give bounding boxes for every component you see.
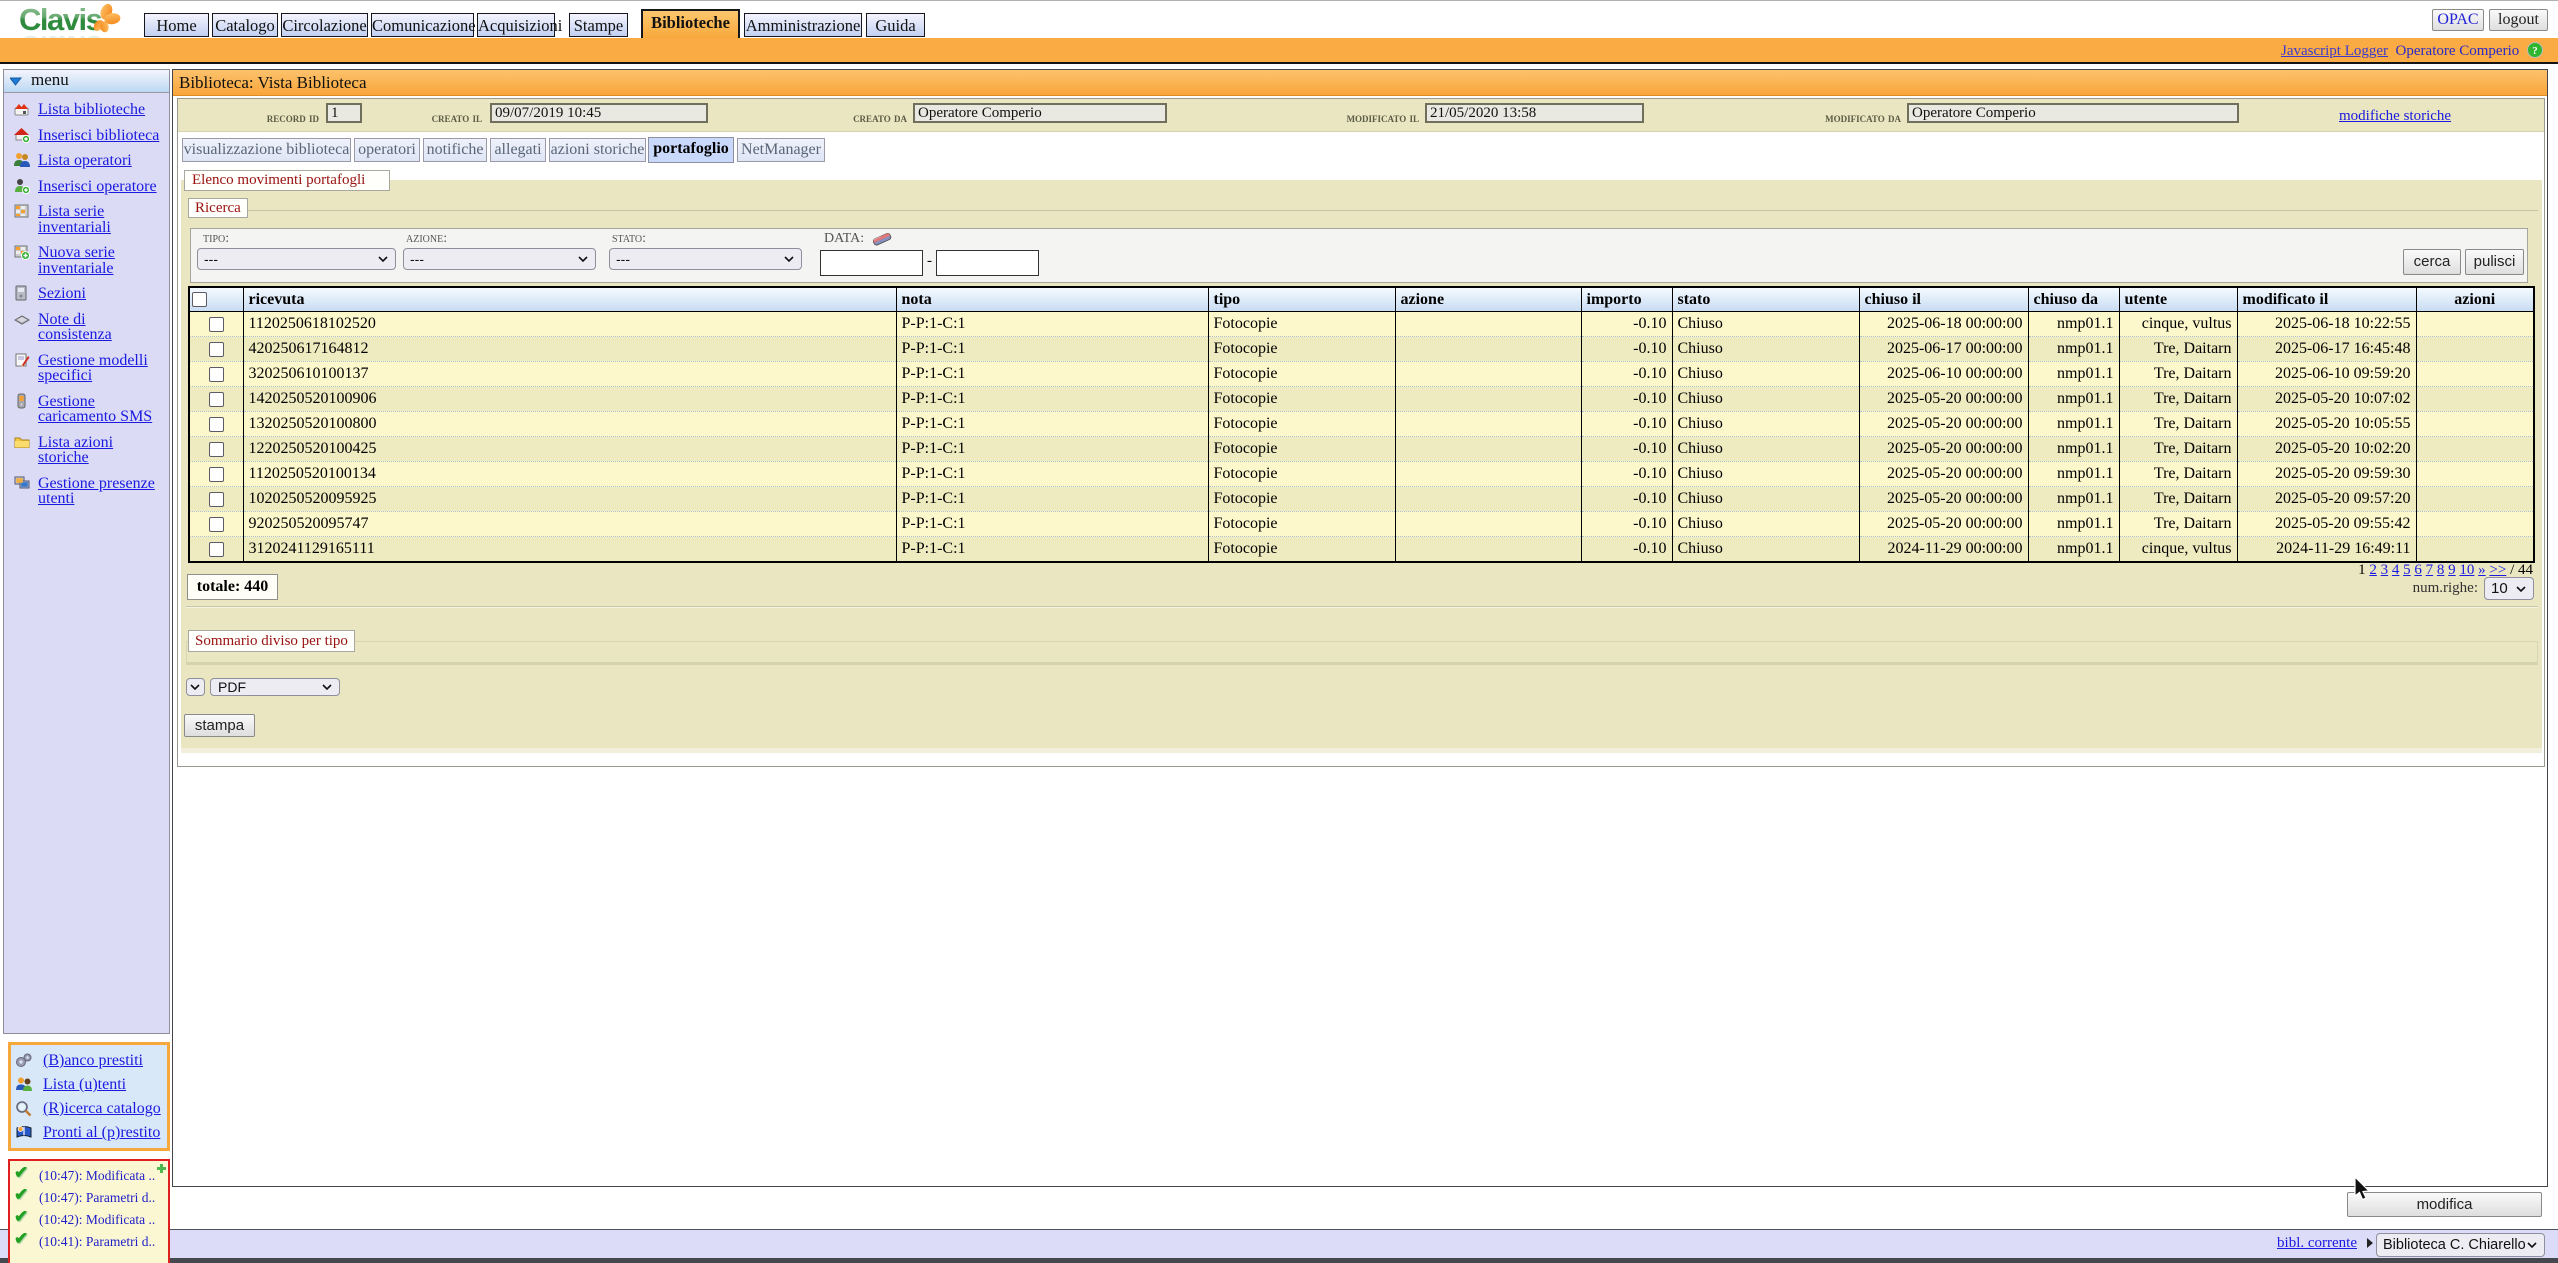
svg-text:?: ?: [2532, 45, 2538, 57]
svg-text:Clavis: Clavis: [19, 29, 102, 38]
